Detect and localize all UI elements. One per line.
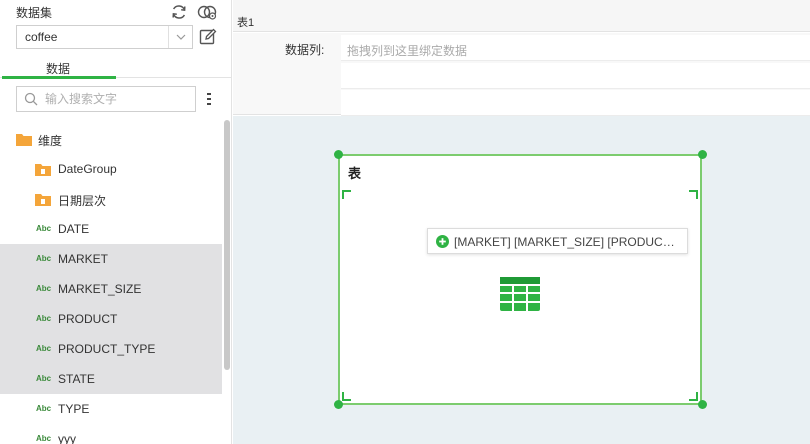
chevron-down-icon <box>176 34 185 40</box>
drop-fields-text: [MARKET] [MARKET_SIZE] [PRODUC… <box>454 235 675 249</box>
inner-corner-bottom-right <box>689 392 698 401</box>
tree-item-label: DateGroup <box>58 162 117 176</box>
folder-icon <box>35 194 51 206</box>
tree-item[interactable]: 日期层次 <box>0 184 222 214</box>
left-panel: 数据集 coffee 数据 输入搜索文字 维度 DateGroup 日期层次 A… <box>0 0 232 444</box>
tree-item-label: yyy <box>58 432 76 444</box>
resize-handle-bottom-right[interactable] <box>698 400 707 409</box>
binding-area: 数据列: 拖拽列到这里绑定数据 <box>233 33 810 116</box>
tab-data-label: 数据 <box>45 62 70 76</box>
abc-icon: Abc <box>36 404 52 413</box>
abc-icon: Abc <box>36 344 52 353</box>
tree-item-label: TYPE <box>58 402 90 416</box>
tree-item-label: PRODUCT_TYPE <box>58 342 156 356</box>
inner-corner-top-left <box>342 190 351 199</box>
drop-fields-tooltip[interactable]: [MARKET] [MARKET_SIZE] [PRODUC… <box>427 228 688 254</box>
tree-item-label: STATE <box>58 372 95 386</box>
tree-item-label: PRODUCT <box>58 312 118 326</box>
search-box[interactable] <box>16 86 196 112</box>
link-icon[interactable] <box>197 3 217 21</box>
tree-item[interactable]: Abc PRODUCT_TYPE <box>0 334 222 364</box>
tab-active-indicator <box>2 76 116 79</box>
folder-icon <box>16 134 32 146</box>
abc-icon: Abc <box>36 284 52 293</box>
panel-tabs: 数据 <box>0 55 232 79</box>
tree-item[interactable]: Abc TYPE <box>0 394 222 424</box>
tree-item-label: DATE <box>58 222 90 236</box>
tree-item-label: 维度 <box>38 134 63 148</box>
folder-icon <box>35 164 51 176</box>
tree-item[interactable]: Abc DATE <box>0 214 222 244</box>
tree-item[interactable]: DateGroup <box>0 154 222 184</box>
data-column-placeholder: 拖拽列到这里绑定数据 <box>347 44 468 58</box>
inner-corner-top-right <box>689 190 698 199</box>
resize-handle-top-right[interactable] <box>698 150 707 159</box>
dataset-select-toggle[interactable] <box>168 26 192 48</box>
dataset-header: 数据集 <box>0 0 232 24</box>
abc-icon: Abc <box>36 254 52 263</box>
dataset-select-value: coffee <box>25 30 58 44</box>
refresh-icon[interactable] <box>170 3 188 21</box>
abc-icon: Abc <box>36 314 52 323</box>
abc-icon: Abc <box>36 224 52 233</box>
data-column-label: 数据列: <box>285 43 325 57</box>
tree-item[interactable]: Abc MARKET <box>0 244 222 274</box>
binding-row-empty[interactable] <box>341 90 810 116</box>
tree-item[interactable]: Abc MARKET_SIZE <box>0 274 222 304</box>
widget-title: 表 <box>348 166 362 181</box>
binding-row-empty[interactable] <box>341 63 810 89</box>
tab-data[interactable]: 数据 <box>0 55 116 79</box>
tree-item[interactable]: 维度 <box>0 124 222 154</box>
tree-item-label: 日期层次 <box>58 194 107 208</box>
tree-item-label: MARKET_SIZE <box>58 282 142 296</box>
tree-item-label: MARKET <box>58 252 109 266</box>
tree-item[interactable]: Abc STATE <box>0 364 222 394</box>
data-column-dropzone[interactable]: 拖拽列到这里绑定数据 <box>341 35 810 61</box>
table-icon <box>500 277 540 311</box>
dataset-title: 数据集 <box>16 6 53 20</box>
tree-item[interactable]: Abc yyy <box>0 424 222 444</box>
abc-icon: Abc <box>36 434 52 443</box>
dataset-select[interactable]: coffee <box>16 25 193 49</box>
inner-corner-bottom-left <box>342 392 351 401</box>
tree-item[interactable]: Abc PRODUCT <box>0 304 222 334</box>
tree-scrollbar[interactable] <box>224 120 230 370</box>
search-icon <box>24 92 38 106</box>
search-input[interactable] <box>45 91 191 107</box>
more-options-icon[interactable] <box>205 91 213 107</box>
abc-icon: Abc <box>36 374 52 383</box>
plus-circle-icon <box>436 235 449 248</box>
resize-handle-bottom-left[interactable] <box>334 400 343 409</box>
edit-icon[interactable] <box>199 28 217 46</box>
resize-handle-top-left[interactable] <box>334 150 343 159</box>
field-tree: 维度 DateGroup 日期层次 Abc DATE Abc MARKET Abc MARKET… <box>0 124 222 444</box>
tab-sheet1[interactable]: 表1 <box>237 14 254 30</box>
sheet-tab-bar: 表1 <box>233 0 810 32</box>
